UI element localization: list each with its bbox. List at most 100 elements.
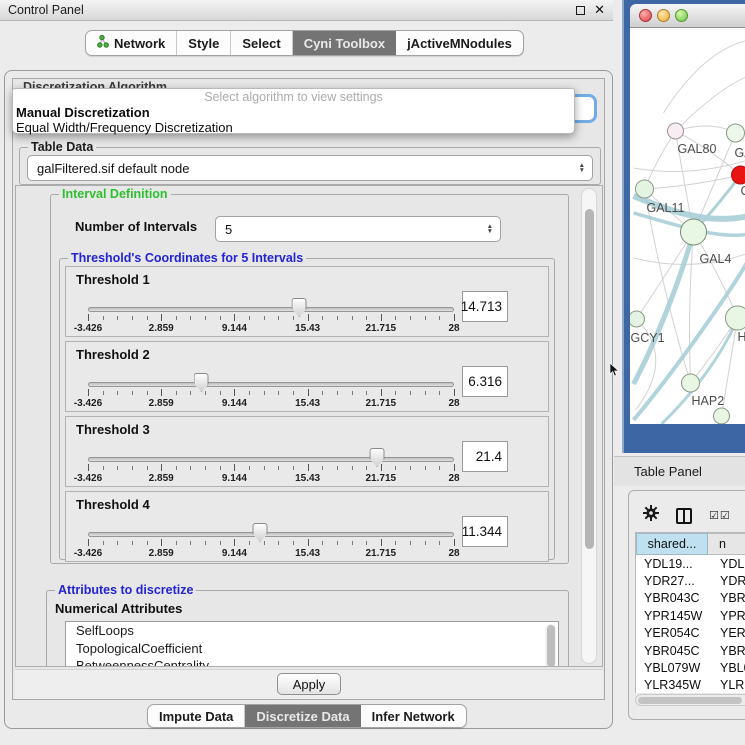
threshold-value-field[interactable]: 14.713: [462, 291, 508, 322]
dropdown-option-manual[interactable]: Manual Discretization: [13, 105, 574, 120]
column-header-shared[interactable]: shared...: [636, 533, 708, 555]
attributes-group: Attributes to discretize Numerical Attri…: [46, 590, 569, 667]
tab-select[interactable]: Select: [231, 31, 292, 55]
network-graph: GAL80 GA C GAL11 GAL4 GCY1 H HAP2: [630, 28, 745, 424]
threshold-value-field[interactable]: 21.4: [462, 441, 508, 472]
threshold-box: Threshold 1 -3.4262.8599.14415.4321.7152…: [65, 266, 549, 337]
table-panel-title: Table Panel: [634, 464, 702, 479]
hscrollbar-thumb[interactable]: [638, 697, 742, 704]
threshold-group-title: Threshold's Coordinates for 5 Intervals: [68, 251, 306, 265]
top-tab-bar: Network Style Select Cyni Toolbox jActiv…: [85, 30, 524, 56]
table-header: shared... n: [636, 533, 745, 555]
spinner-arrows-icon: ▲▼: [579, 163, 585, 173]
apply-row: Apply: [15, 669, 603, 699]
label-gal4: GAL4: [700, 252, 732, 266]
bottom-tab-bar: Impute Data Discretize Data Infer Networ…: [147, 704, 467, 728]
tab-discretize-data[interactable]: Discretize Data: [245, 705, 360, 727]
network-window-titlebar: [630, 4, 745, 28]
node-gal80: [668, 123, 684, 139]
apply-button[interactable]: Apply: [277, 673, 341, 695]
interval-definition-title: Interval Definition: [59, 187, 171, 201]
float-window-icon[interactable]: [576, 6, 585, 15]
column-header-name[interactable]: n: [708, 533, 745, 555]
algorithm-dropdown-popup: Select algorithm to view settings Manual…: [12, 88, 575, 134]
slider-track[interactable]: [88, 457, 454, 462]
label-partial-h: H: [738, 330, 745, 344]
label-gal80: GAL80: [678, 142, 717, 156]
list-scrollbar[interactable]: [545, 624, 556, 667]
scrollbar-thumb[interactable]: [585, 209, 594, 549]
cyni-toolbox-panel: Discretization Algorithm Table Data galF…: [4, 70, 613, 729]
node-top-right: [727, 124, 745, 142]
table-row[interactable]: YBL079WYBL0: [636, 659, 745, 676]
zoom-traffic-light[interactable]: [675, 9, 688, 22]
close-traffic-light[interactable]: [639, 9, 652, 22]
slider-track[interactable]: [88, 382, 454, 387]
attributes-group-title: Attributes to discretize: [55, 583, 196, 597]
threshold-label: Threshold 3: [76, 422, 150, 437]
dropdown-placeholder: Select algorithm to view settings: [13, 89, 574, 105]
label-gcy1: GCY1: [631, 331, 665, 345]
label-gal11: GAL11: [647, 201, 685, 215]
slider-handle[interactable]: [253, 523, 268, 542]
threshold-label: Threshold 4: [76, 497, 150, 512]
tab-cyni-toolbox[interactable]: Cyni Toolbox: [293, 31, 396, 55]
table-panel-titlebar: Table Panel: [614, 456, 745, 486]
screen: Control Panel ✕ Network Style Select Cyn…: [0, 0, 745, 745]
table-data-combobox[interactable]: galFiltered.sif default node ▲▼: [27, 155, 593, 181]
close-icon[interactable]: ✕: [594, 5, 605, 15]
table-rows: YDL19...YDL1YDR27...YDR2YBR043CYBR0YPR14…: [636, 555, 745, 693]
list-item[interactable]: SelfLoops: [66, 622, 558, 640]
threshold-box: Threshold 3 -3.4262.8599.14415.4321.7152…: [65, 416, 549, 487]
table-row[interactable]: YBR043CYBR0: [636, 590, 745, 607]
gear-icon[interactable]: [643, 505, 659, 526]
list-item[interactable]: BetweennessCentrality: [66, 657, 558, 667]
tab-style[interactable]: Style: [177, 31, 231, 55]
slider-handle[interactable]: [292, 298, 307, 317]
control-panel-titlebar: Control Panel ✕: [0, 0, 613, 21]
table-panel: ☑☑ shared... n YDL19...YDL1YDR27...YDR2Y…: [628, 490, 745, 720]
threshold-value-field[interactable]: 11.344: [462, 516, 508, 547]
discretization-settings-panel: Discretization Algorithm Table Data galF…: [12, 78, 605, 700]
table-row[interactable]: YBR045CYBR0: [636, 642, 745, 659]
number-of-intervals-combobox[interactable]: 5 ▲▼: [215, 216, 501, 242]
split-columns-icon[interactable]: [676, 508, 692, 524]
table-row[interactable]: YDR27...YDR2: [636, 572, 745, 589]
list-item[interactable]: TopologicalCoefficient: [66, 640, 558, 658]
slider-track[interactable]: [88, 307, 454, 312]
number-of-intervals-label: Number of Intervals: [75, 219, 197, 234]
network-icon: [97, 35, 109, 51]
table-hscrollbar[interactable]: [635, 694, 745, 706]
minimize-traffic-light[interactable]: [657, 9, 670, 22]
label-partial-top: GA: [735, 146, 745, 160]
table-row[interactable]: YER054CYER0: [636, 625, 745, 642]
node-hap2: [682, 374, 700, 392]
checkbox-icons[interactable]: ☑☑: [709, 509, 731, 522]
mouse-cursor-icon: [610, 363, 620, 382]
settings-scrollpane: Interval Definition Number of Intervals …: [15, 185, 603, 667]
node-gcy1: [630, 311, 645, 327]
threshold-value-field[interactable]: 6.316: [462, 366, 508, 397]
dropdown-option-equal-width[interactable]: Equal Width/Frequency Discretization: [13, 120, 574, 135]
node-red: [732, 166, 745, 184]
numerical-attributes-list[interactable]: SelfLoopsTopologicalCoefficientBetweenne…: [65, 621, 559, 667]
label-hap2: HAP2: [692, 394, 725, 408]
tab-network[interactable]: Network: [86, 31, 177, 55]
settings-scrollbar[interactable]: [581, 188, 597, 664]
tab-impute-data[interactable]: Impute Data: [148, 705, 245, 727]
tab-jactivemnodules[interactable]: jActiveMNodules: [396, 31, 523, 55]
slider-handle[interactable]: [370, 448, 385, 467]
table-row[interactable]: YPR145WYPR1: [636, 607, 745, 624]
numerical-attributes-label: Numerical Attributes: [55, 601, 182, 616]
table-row[interactable]: YLR345WYLR3: [636, 677, 745, 693]
table-row[interactable]: YDL19...YDL1: [636, 555, 745, 572]
label-partial-right: C: [741, 184, 745, 198]
slider-handle[interactable]: [194, 373, 209, 392]
tab-infer-network[interactable]: Infer Network: [361, 705, 466, 727]
table-data-group-title: Table Data: [28, 140, 96, 154]
threshold-box: Threshold 2 -3.4262.8599.14415.4321.7152…: [65, 341, 549, 412]
network-canvas[interactable]: GAL80 GA C GAL11 GAL4 GCY1 H HAP2: [630, 28, 745, 424]
slider-track[interactable]: [88, 532, 454, 537]
node-h: [726, 306, 745, 330]
node-bottom: [714, 408, 730, 424]
